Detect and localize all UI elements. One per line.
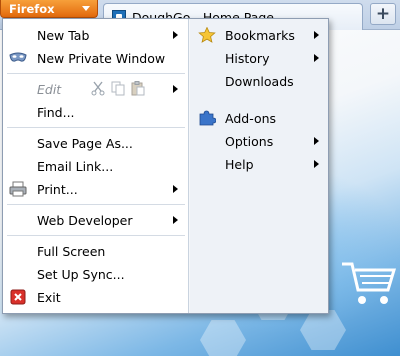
menu-item-label: New Private Window — [37, 50, 166, 66]
menu-item-label: Email Link... — [37, 158, 114, 174]
menu-item-label: New Tab — [37, 27, 90, 43]
submenu-arrow-icon — [314, 54, 319, 62]
edit-tools — [91, 81, 145, 96]
menu-item-bookmarks[interactable]: Bookmarks — [190, 25, 327, 45]
firefox-menu-label: Firefox — [9, 1, 55, 16]
menu-item-label: Find... — [37, 104, 75, 120]
menu-item-label: Edit — [37, 81, 62, 97]
menu-right-column: Bookmarks History Downloads Add-ons Opti… — [190, 19, 328, 313]
menu-item-web-developer[interactable]: Web Developer — [3, 210, 188, 230]
menu-item-options[interactable]: Options — [190, 131, 327, 151]
menu-item-edit[interactable]: Edit — [3, 79, 188, 99]
menu-item-full-screen[interactable]: Full Screen — [3, 241, 188, 261]
menu-item-add-ons[interactable]: Add-ons — [190, 108, 327, 128]
menu-item-label: Web Developer — [37, 212, 133, 228]
cut-icon — [91, 81, 105, 96]
menu-item-label: Print... — [37, 181, 78, 197]
new-tab-button[interactable]: + — [370, 3, 396, 25]
menu-separator — [7, 127, 185, 128]
menu-left-column: New Tab New Private Window Edit Find... … — [3, 19, 189, 313]
private-mask-icon — [9, 52, 27, 62]
menu-separator — [7, 73, 185, 74]
menu-item-label: Save Page As... — [37, 135, 133, 151]
star-icon — [198, 27, 216, 43]
menu-item-label: History — [225, 50, 270, 66]
copy-icon — [111, 81, 125, 96]
menu-item-print[interactable]: Print... — [3, 179, 188, 199]
submenu-arrow-icon — [314, 31, 319, 39]
menu-item-help[interactable]: Help — [190, 154, 327, 174]
decorative-hexagon — [200, 320, 246, 356]
submenu-arrow-icon — [173, 85, 178, 93]
menu-item-downloads[interactable]: Downloads — [190, 71, 327, 91]
chevron-down-icon — [82, 6, 90, 11]
menu-item-label: Downloads — [225, 73, 294, 89]
menu-item-new-private-window[interactable]: New Private Window — [3, 48, 188, 68]
submenu-arrow-icon — [173, 185, 178, 193]
menu-item-label: Full Screen — [37, 243, 106, 259]
paste-icon — [131, 81, 145, 96]
decorative-hexagon — [300, 310, 346, 350]
menu-item-find[interactable]: Find... — [3, 102, 188, 122]
menu-item-label: Options — [225, 133, 274, 149]
submenu-arrow-icon — [314, 137, 319, 145]
menu-separator — [7, 235, 185, 236]
menu-item-save-page-as[interactable]: Save Page As... — [3, 133, 188, 153]
submenu-arrow-icon — [173, 31, 178, 39]
exit-icon — [10, 289, 26, 305]
firefox-menu-button[interactable]: Firefox — [0, 0, 98, 18]
submenu-arrow-icon — [314, 160, 319, 168]
menu-item-label: Exit — [37, 289, 61, 305]
firefox-app-menu: New Tab New Private Window Edit Find... … — [2, 18, 329, 314]
menu-item-email-link[interactable]: Email Link... — [3, 156, 188, 176]
menu-item-label: Help — [225, 156, 254, 172]
submenu-arrow-icon — [173, 216, 178, 224]
menu-item-label: Bookmarks — [225, 27, 295, 43]
menu-item-label: Set Up Sync... — [37, 266, 125, 282]
menu-item-label: Add-ons — [225, 110, 277, 126]
menu-item-history[interactable]: History — [190, 48, 327, 68]
printer-icon — [9, 181, 27, 197]
menu-item-new-tab[interactable]: New Tab — [3, 25, 188, 45]
shopping-cart-icon — [342, 262, 397, 304]
menu-item-exit[interactable]: Exit — [3, 287, 188, 307]
puzzle-piece-icon — [199, 110, 216, 126]
menu-separator — [7, 204, 185, 205]
menu-item-set-up-sync[interactable]: Set Up Sync... — [3, 264, 188, 284]
